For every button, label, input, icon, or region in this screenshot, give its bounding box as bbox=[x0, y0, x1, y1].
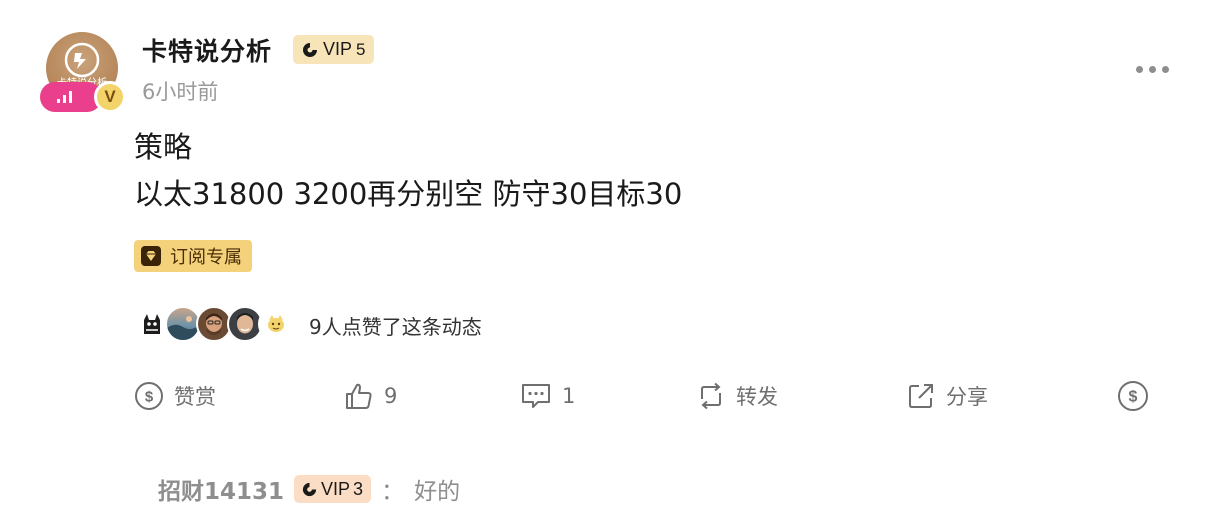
share-icon bbox=[909, 384, 933, 408]
comment-count: 1 bbox=[562, 384, 576, 408]
reward-button[interactable]: $ 赞赏 bbox=[134, 378, 216, 414]
vip-badge-label: VIP bbox=[323, 39, 353, 59]
repost-button[interactable]: 转发 bbox=[696, 378, 778, 414]
post-content[interactable]: 策略 以太31800 3200再分别空 防守30目标30 bbox=[134, 124, 682, 218]
repost-icon bbox=[701, 382, 721, 410]
mascot-avatar[interactable] bbox=[258, 306, 294, 342]
comment-icon bbox=[522, 384, 550, 408]
commenter-vip-badge: VIP 3 bbox=[294, 475, 372, 503]
comment-text: 好的 bbox=[414, 479, 461, 505]
reward-icon: $ bbox=[135, 382, 163, 410]
comment-button[interactable]: 1 bbox=[520, 378, 575, 414]
tip-button[interactable]: $ bbox=[1117, 378, 1149, 414]
likes-summary[interactable]: 9人点赞了这条动态 bbox=[309, 311, 482, 340]
more-options-button[interactable] bbox=[1132, 60, 1172, 78]
commenter-name[interactable]: 招财14131 bbox=[158, 472, 284, 506]
svg-text:$: $ bbox=[1129, 389, 1138, 406]
share-label: 分享 bbox=[946, 385, 988, 409]
subscription-tag[interactable]: 订阅专属 bbox=[134, 240, 252, 272]
signal-bars-icon bbox=[57, 91, 72, 103]
feed-post: 卡特说分析 V 卡特说分析 VIP 5 6小时前 策略 以太31800 3200… bbox=[0, 0, 1208, 518]
live-status-badge[interactable] bbox=[40, 82, 102, 112]
author-name[interactable]: 卡特说分析 bbox=[142, 32, 272, 68]
verified-badge: V bbox=[94, 81, 126, 113]
commenter-vip-label: VIP bbox=[321, 478, 351, 499]
thumbs-up-icon bbox=[346, 383, 372, 409]
vip-logo-icon bbox=[302, 482, 317, 496]
like-button[interactable]: 9 bbox=[344, 378, 397, 414]
share-button[interactable]: 分享 bbox=[906, 378, 988, 414]
commenter-vip-level: 3 bbox=[353, 478, 364, 499]
post-line: 以太31800 3200再分别空 防守30目标30 bbox=[134, 177, 683, 211]
more-dot-icon bbox=[1148, 65, 1156, 73]
vip-badge-level: 5 bbox=[356, 39, 366, 59]
comment-preview[interactable]: 招财14131 VIP 3 ： 好的 bbox=[158, 472, 460, 506]
dollar-coin-icon: $ bbox=[1118, 381, 1148, 411]
like-count: 9 bbox=[384, 384, 398, 408]
post-time: 6小时前 bbox=[142, 80, 219, 104]
subscription-tag-label: 订阅专属 bbox=[170, 247, 242, 268]
diamond-icon bbox=[141, 246, 161, 266]
more-dot-icon bbox=[1135, 65, 1143, 73]
more-dot-icon bbox=[1161, 65, 1169, 73]
vip-badge[interactable]: VIP 5 bbox=[293, 35, 375, 64]
svg-text:$: $ bbox=[145, 389, 154, 406]
post-line: 策略 bbox=[134, 130, 193, 164]
liker-avatars[interactable] bbox=[134, 306, 294, 342]
reward-label: 赞赏 bbox=[174, 385, 216, 409]
repost-label: 转发 bbox=[736, 385, 778, 409]
comment-separator: ： bbox=[381, 479, 405, 505]
vip-logo-icon bbox=[303, 42, 317, 57]
author-avatar-group[interactable]: 卡特说分析 V bbox=[40, 32, 126, 114]
